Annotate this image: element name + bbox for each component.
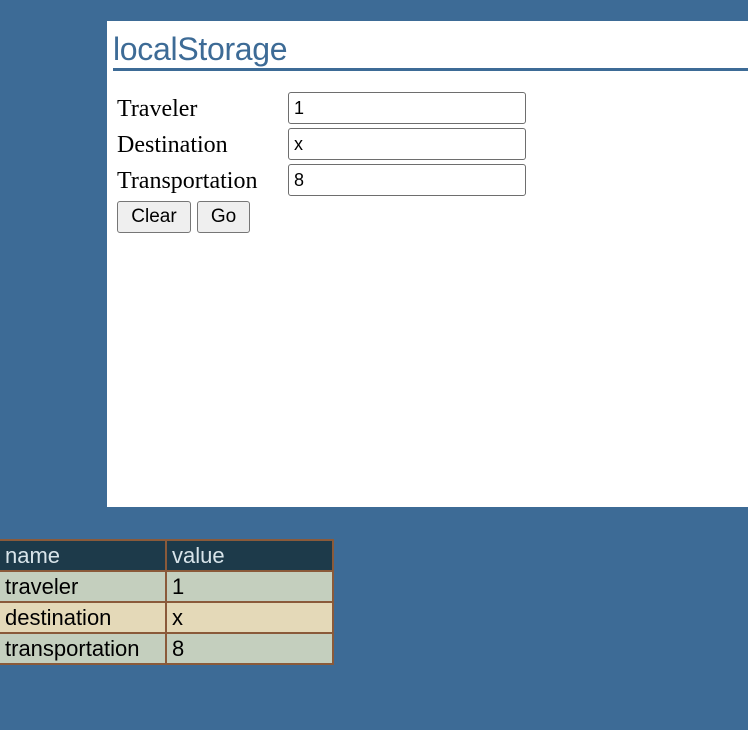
table-cell-value: 8: [165, 632, 334, 665]
table-header-row: name value: [0, 539, 334, 572]
column-header-name: name: [0, 539, 167, 572]
transportation-input[interactable]: [288, 164, 526, 196]
table-cell-name: transportation: [0, 632, 167, 665]
destination-label: Destination: [117, 132, 228, 158]
table-row: destination x: [0, 601, 334, 634]
local-storage-panel: localStorage Traveler Destination Transp…: [107, 21, 748, 507]
table-cell-value: x: [165, 601, 334, 634]
traveler-input[interactable]: [288, 92, 526, 124]
table-cell-name: destination: [0, 601, 167, 634]
go-button[interactable]: Go: [197, 201, 250, 233]
table-cell-value: 1: [165, 570, 334, 603]
table-row: traveler 1: [0, 570, 334, 603]
traveler-label: Traveler: [117, 96, 198, 122]
table-row: transportation 8: [0, 632, 334, 665]
table-cell-name: traveler: [0, 570, 167, 603]
transportation-label: Transportation: [117, 168, 258, 194]
page-title: localStorage: [113, 31, 288, 67]
column-header-value: value: [165, 539, 334, 572]
storage-table: name value traveler 1 destination x tran…: [0, 539, 334, 665]
title-divider: [113, 68, 748, 71]
destination-input[interactable]: [288, 128, 526, 160]
clear-button[interactable]: Clear: [117, 201, 191, 233]
